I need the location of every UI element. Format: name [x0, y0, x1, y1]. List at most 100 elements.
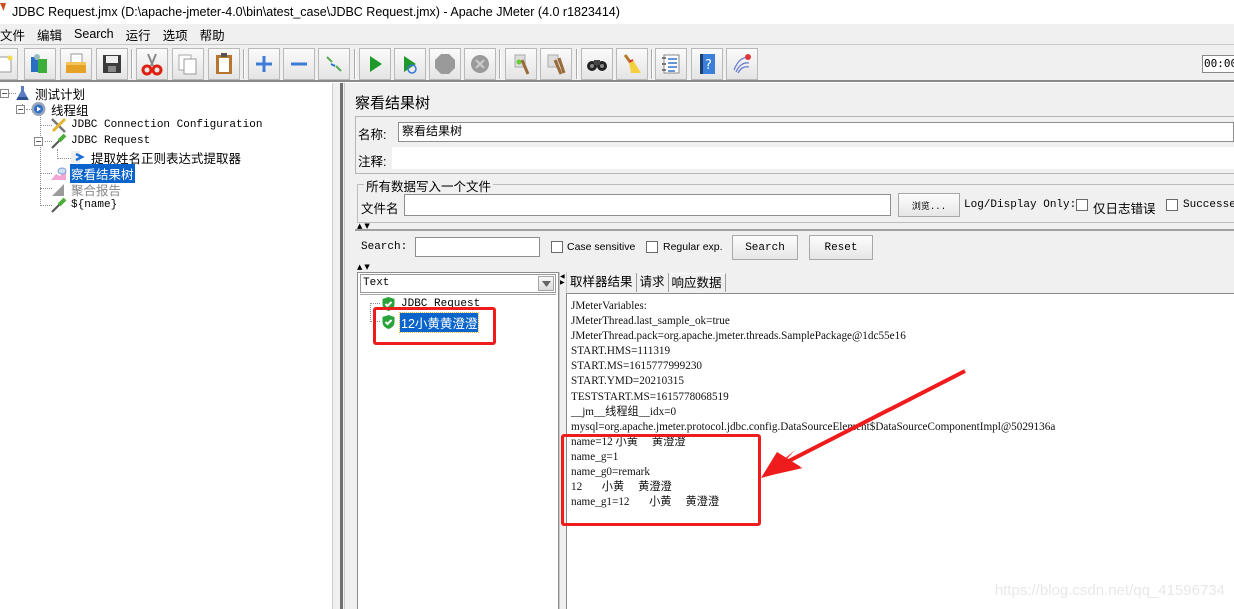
search-input[interactable] — [415, 237, 540, 257]
tree-item-thread-group[interactable]: 线程组 — [30, 101, 90, 118]
jmeter-logo-icon — [0, 3, 6, 11]
remote-button[interactable] — [726, 48, 758, 80]
clear-icon — [514, 54, 530, 75]
clear-button[interactable] — [505, 48, 537, 80]
annotation-arrow-icon — [761, 369, 966, 478]
tab-response-data[interactable]: 响应数据 — [668, 273, 726, 292]
tree-label: 线程组 — [51, 103, 89, 118]
collapse-toggle[interactable]: − — [16, 105, 25, 114]
elapsed-timer: 00:00 — [1202, 55, 1234, 73]
paste-button[interactable] — [208, 48, 240, 80]
remote-icon — [733, 54, 751, 74]
templates-button[interactable] — [24, 48, 56, 80]
renderer-select[interactable]: Text — [360, 274, 556, 293]
reset-search-icon — [623, 54, 641, 73]
open-icon — [66, 53, 86, 73]
sample-item[interactable]: 12小黄黄澄澄 — [380, 311, 480, 333]
collapse-all-button[interactable] — [283, 48, 315, 80]
comment-label: 注释: — [358, 155, 387, 169]
copy-icon — [178, 54, 197, 75]
toggle-icon — [326, 56, 342, 72]
split-arrows-icon[interactable]: ▲▼ — [357, 264, 372, 271]
sample-item[interactable]: JDBC Request — [380, 296, 481, 312]
start-icon — [370, 56, 382, 72]
start-no-pauses-button[interactable] — [394, 48, 426, 80]
errors-only-label: 仅日志错误 — [1093, 202, 1156, 216]
tree-item-aggregate-report[interactable]: 聚合报告 — [50, 181, 122, 198]
paste-icon — [216, 53, 232, 74]
renderer-value: Text — [363, 277, 390, 289]
success-shield-icon — [382, 315, 395, 329]
menu-help[interactable]: 帮助 — [195, 25, 232, 44]
copy-button[interactable] — [172, 48, 204, 80]
collapse-toggle[interactable]: − — [0, 89, 9, 98]
menu-search[interactable]: Search — [69, 27, 121, 41]
listener-disabled-icon — [52, 184, 64, 196]
log-display-only-label: Log/Display Only: — [964, 199, 1077, 211]
search-button[interactable]: Search — [732, 235, 798, 260]
clear-all-icon — [547, 54, 566, 75]
case-sensitive-label: Case sensitive — [567, 241, 636, 253]
collapse-toggle[interactable]: − — [34, 137, 43, 146]
chevron-down-icon[interactable] — [538, 276, 554, 291]
tree-item-jdbc-connection-config[interactable]: JDBC Connection Configuration — [50, 117, 263, 133]
filename-field[interactable] — [404, 194, 891, 216]
errors-only-checkbox[interactable] — [1076, 199, 1088, 211]
menu-run[interactable]: 运行 — [121, 25, 158, 44]
search-label: Search: — [361, 241, 408, 253]
new-button[interactable] — [0, 48, 18, 80]
stop-icon — [435, 54, 455, 74]
regex-checkbox[interactable] — [646, 241, 658, 253]
file-group-legend: 所有数据写入一个文件 — [364, 176, 494, 195]
tree-label: 聚合报告 — [71, 183, 122, 198]
name-label: 名称: — [358, 128, 387, 142]
help-icon: ? — [700, 54, 715, 74]
successes-label: Successes — [1183, 199, 1234, 211]
expand-icon — [256, 56, 272, 72]
response-line: JMeterThread.last_sample_ok=true — [571, 315, 730, 328]
tree-label: JDBC Connection Configuration — [71, 119, 263, 131]
thread-group-icon — [31, 102, 46, 116]
stop-button[interactable] — [429, 48, 461, 80]
function-helper-button[interactable] — [655, 48, 687, 80]
browse-button[interactable]: 浏览... — [898, 193, 960, 217]
response-line: JMeterThread.pack=org.apache.jmeter.thre… — [571, 330, 906, 343]
expand-all-button[interactable] — [248, 48, 280, 80]
shutdown-button[interactable] — [464, 48, 496, 80]
menu-options[interactable]: 选项 — [158, 25, 195, 44]
filename-label: 文件名 — [361, 202, 399, 216]
tab-request[interactable]: 请求 — [637, 273, 669, 292]
menu-file[interactable]: 文件 — [0, 25, 32, 44]
cut-button[interactable] — [136, 48, 168, 80]
toggle-button[interactable] — [318, 48, 350, 80]
start-no-pauses-icon — [404, 56, 417, 74]
templates-icon — [31, 54, 47, 73]
main-splitter[interactable] — [333, 83, 345, 609]
sampler-icon — [51, 133, 67, 149]
tab-sampler-result[interactable]: 取样器结果 — [567, 273, 637, 292]
open-button[interactable] — [60, 48, 92, 80]
reset-search-button[interactable] — [616, 48, 648, 80]
listener-icon — [51, 167, 67, 180]
name-field[interactable]: 察看结果树 — [398, 122, 1234, 142]
menu-edit[interactable]: 编辑 — [32, 25, 69, 44]
comment-field[interactable] — [392, 147, 1234, 169]
config-element-icon — [51, 117, 67, 133]
svg-text:?: ? — [705, 58, 712, 73]
case-sensitive-checkbox[interactable] — [551, 241, 563, 253]
shutdown-icon — [471, 55, 489, 73]
help-button[interactable]: ? — [691, 48, 723, 80]
title-bar: JDBC Request.jmx (D:\apache-jmeter-4.0\b… — [0, 0, 1234, 24]
tree-item-name-sampler[interactable]: ${name} — [50, 197, 118, 213]
sample-label: JDBC Request — [401, 298, 481, 310]
save-button[interactable] — [96, 48, 128, 80]
success-shield-icon — [382, 297, 395, 311]
search-button-toolbar[interactable] — [581, 48, 613, 80]
successes-checkbox[interactable] — [1166, 199, 1178, 211]
search-icon — [587, 60, 607, 71]
result-tabs: 取样器结果 请求 响应数据 — [567, 272, 726, 292]
clear-all-button[interactable] — [540, 48, 572, 80]
reset-button[interactable]: Reset — [809, 235, 873, 260]
start-button[interactable] — [359, 48, 391, 80]
response-line: name_g1=12 小黄 黄澄澄 — [571, 496, 720, 509]
